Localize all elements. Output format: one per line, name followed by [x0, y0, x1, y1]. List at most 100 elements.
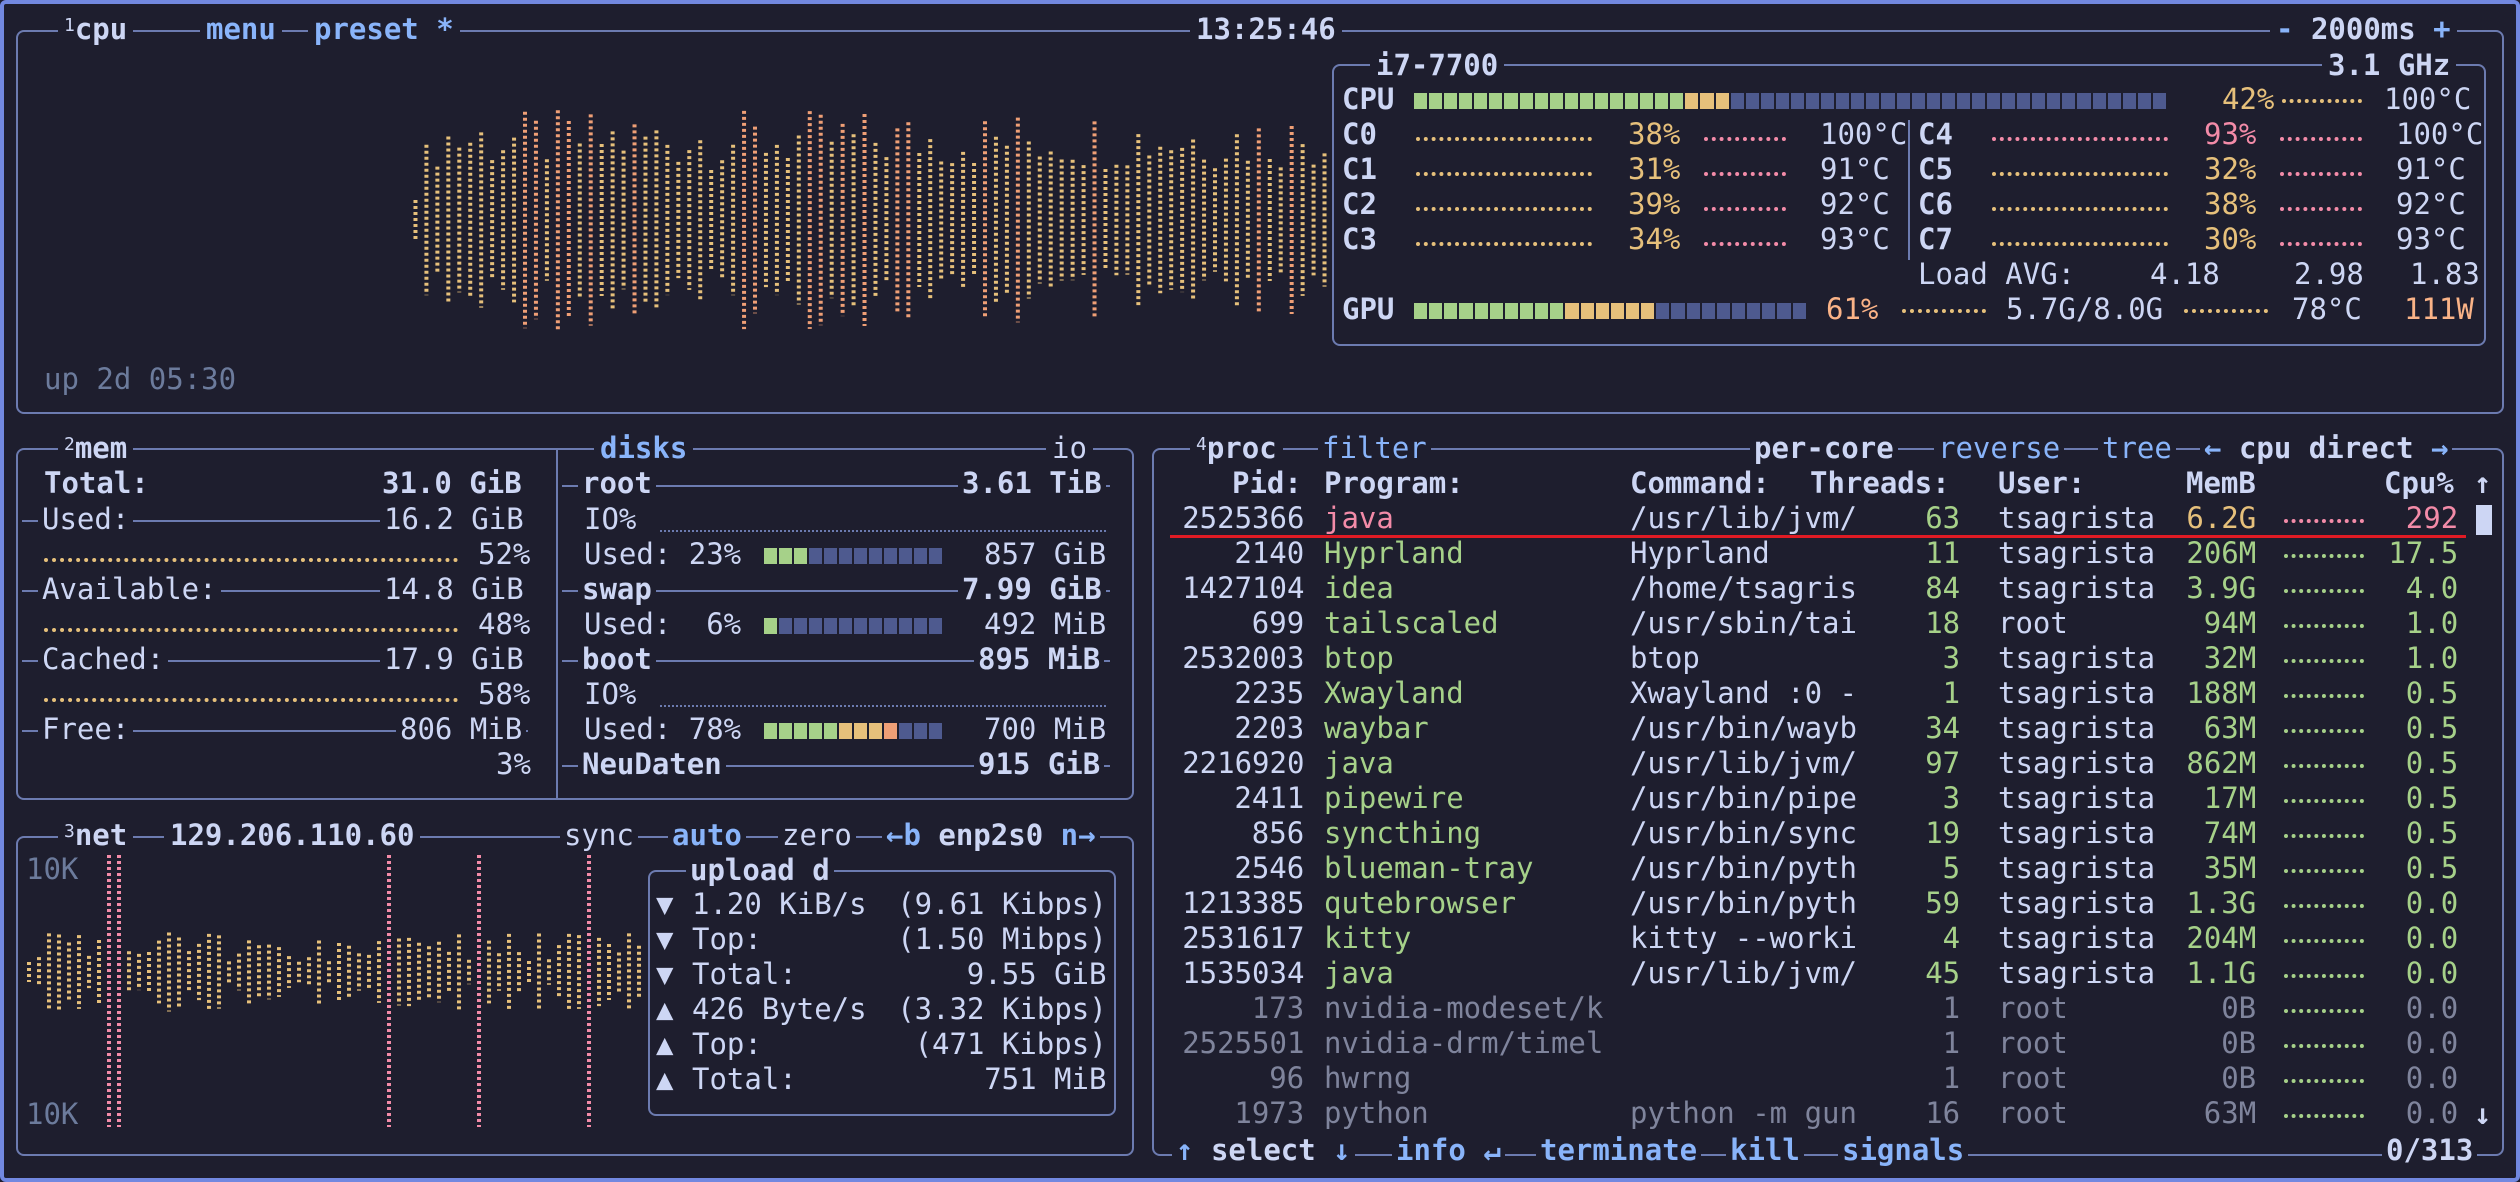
proc-pid: 173 — [1251, 991, 1305, 1025]
proc-kill-button[interactable]: kill — [1726, 1133, 1804, 1168]
proc-program: qutebrowser — [1324, 886, 1517, 920]
proc-command: /usr/lib/jvm/ — [1630, 956, 1857, 990]
table-row[interactable]: 96 hwrng 1 root 0B 0.0 — [0, 1061, 2520, 1096]
core-temp: 92°C — [1820, 187, 1890, 221]
cpu-total-temp-graph — [2282, 99, 2362, 107]
core-percent: 34% — [1628, 222, 1681, 256]
proc-command: Xwayland :0 - — [1630, 676, 1857, 710]
table-row[interactable]: 2216920 java/usr/lib/jvm/97 tsagrista 862M 0… — [0, 746, 2520, 781]
core-label: C2 — [1342, 187, 1377, 221]
col-program[interactable]: Program: — [1324, 466, 1464, 501]
proc-program: btop — [1324, 641, 1394, 675]
table-row[interactable]: 2525366 java/usr/lib/jvm/63 tsagrista 6.2G 2… — [0, 501, 2520, 536]
select-up-icon[interactable]: ↑ — [1176, 1133, 1193, 1167]
table-row[interactable]: 2525501 nvidia-drm/timel 1 root 0B 0.0 — [0, 1026, 2520, 1061]
cpu-total-label: CPU — [1342, 82, 1395, 116]
proc-user: root — [1998, 1096, 2068, 1130]
proc-pid: 2411 — [1234, 781, 1305, 815]
scroll-up-icon[interactable]: ↑ — [2474, 466, 2491, 501]
core-label: C5 — [1918, 152, 1953, 186]
sort-next-button[interactable]: → — [2431, 431, 2448, 465]
disks-title[interactable]: disks — [594, 431, 694, 466]
table-row[interactable]: 1213385 qutebrowser/usr/bin/pyth 59 tsagris… — [0, 886, 2520, 921]
proc-cpu-graph — [2284, 659, 2364, 667]
table-row[interactable]: 2546 blueman-tray/usr/bin/pyth 5 tsagrista 3… — [0, 851, 2520, 886]
proc-sort-selector[interactable]: ← cpu direct → — [2200, 431, 2453, 466]
table-row[interactable]: 1535034 java/usr/lib/jvm/45 tsagrista 1.1G 0… — [0, 956, 2520, 991]
core-temp-graph — [2280, 137, 2362, 145]
proc-cpu-graph — [2284, 589, 2364, 597]
proc-user: root — [1998, 991, 2068, 1025]
mem-panel-title[interactable]: 2mem — [58, 431, 134, 466]
table-row[interactable]: 2203 waybar/usr/bin/wayb 34 tsagrista 63M 0.5 — [0, 711, 2520, 746]
interval-decrease-button[interactable]: - — [2276, 12, 2293, 46]
proc-mem: 32M — [2203, 641, 2257, 675]
proc-threads: 59 — [1925, 886, 1961, 920]
core-usage-graph — [1416, 137, 1592, 145]
col-pid[interactable]: Pid: — [1232, 466, 1302, 501]
bar-segment — [1625, 93, 1639, 109]
proc-program: java — [1324, 501, 1394, 535]
proc-terminate-button[interactable]: terminate — [1536, 1133, 1702, 1168]
sort-prev-button[interactable]: ← — [2204, 431, 2221, 465]
update-interval[interactable]: - 2000ms + — [2270, 12, 2457, 47]
table-row[interactable]: 1973 python python -m gun 16 root 63M 0.0 — [0, 1096, 2520, 1131]
bar-segment — [1594, 93, 1609, 109]
cpu-panel-title[interactable]: 1cpu — [58, 12, 134, 47]
col-threads[interactable]: Threads: — [1810, 466, 1950, 501]
bar-segment — [1550, 303, 1564, 319]
bar-segment — [1792, 303, 1806, 319]
disks-io-toggle[interactable]: io — [1046, 431, 1093, 466]
proc-panel-title[interactable]: 4proc — [1190, 431, 1283, 466]
table-row[interactable]: 856 syncthing/usr/bin/sync 19 tsagrista 74M 0… — [0, 816, 2520, 851]
table-row[interactable]: 2140 Hyprland Hyprland 11 tsagrista 206M 17.5 — [0, 536, 2520, 571]
col-mem[interactable]: MemB — [2186, 466, 2256, 501]
proc-cpu: 0.5 — [2405, 676, 2459, 710]
table-row[interactable]: 2235 Xwayland Xwayland :0 - 1 tsagrista 188M 0… — [0, 676, 2520, 711]
col-cpu[interactable]: Cpu% — [2384, 466, 2454, 501]
proc-threads: 97 — [1925, 746, 1961, 780]
proc-tree-toggle[interactable]: tree — [2098, 431, 2176, 466]
proc-cpu-graph — [2284, 694, 2364, 702]
select-down-icon[interactable]: ↓ — [1333, 1133, 1350, 1167]
proc-program: nvidia-modeset/k — [1324, 991, 1604, 1025]
table-row[interactable]: 1427104 idea/home/tsagris 84 tsagrista 3.9G 4… — [0, 571, 2520, 606]
proc-cpu-graph — [2284, 834, 2364, 842]
bar-segment — [1580, 303, 1594, 319]
proc-user: tsagrista — [1998, 781, 2156, 815]
proc-cpu: 0.0 — [2405, 886, 2459, 920]
proc-footer-select[interactable]: ↑ select ↓ — [1172, 1133, 1355, 1168]
core-temp: 91°C — [2396, 152, 2466, 186]
bar-segment — [1489, 303, 1503, 319]
proc-program: java — [1324, 956, 1394, 990]
table-row[interactable]: 699 tailscaled/usr/sbin/tai 18 root 94M 1.0 — [0, 606, 2520, 641]
proc-per-core-toggle[interactable]: per-core — [1750, 431, 1898, 466]
menu-button[interactable]: menu — [200, 12, 282, 47]
core-temp-graph — [1704, 137, 1786, 145]
table-row[interactable]: 2531617 kitty kitty --worki 4 tsagrista 204M 0… — [0, 921, 2520, 956]
bar-segment — [1579, 93, 1593, 109]
enter-icon: ↵ — [1483, 1133, 1501, 1167]
col-user[interactable]: User: — [1998, 466, 2085, 501]
bar-segment — [1762, 303, 1776, 319]
bar-segment — [1745, 93, 1759, 109]
core-temp: 100°C — [1820, 117, 1908, 151]
proc-count: 0/313 — [2382, 1133, 2478, 1168]
proc-info-button[interactable]: info ↵ — [1392, 1133, 1505, 1168]
proc-threads: 18 — [1925, 606, 1961, 640]
table-row[interactable]: 2411 pipewire/usr/bin/pipe 3 tsagrista 17M 0.… — [0, 781, 2520, 816]
interval-increase-button[interactable]: + — [2433, 12, 2450, 46]
table-row[interactable]: 2532003 btop btop 3 tsagrista 32M 1.0 — [0, 641, 2520, 676]
preset-button[interactable]: preset * — [308, 12, 460, 47]
core-label: C1 — [1342, 152, 1377, 186]
proc-pid: 1213385 — [1182, 886, 1305, 920]
proc-reverse-toggle[interactable]: reverse — [1934, 431, 2065, 466]
proc-filter-button[interactable]: filter — [1318, 431, 1431, 466]
gpu-temp: 78°C — [2292, 292, 2362, 326]
proc-signals-button[interactable]: signals — [1838, 1133, 1969, 1168]
col-command[interactable]: Command: — [1630, 466, 1770, 501]
bar-segment — [1790, 93, 1805, 109]
proc-user: tsagrista — [1998, 886, 2156, 920]
table-row[interactable]: 173 nvidia-modeset/k 1 root 0B 0.0 — [0, 991, 2520, 1026]
bar-segment — [1715, 93, 1729, 109]
